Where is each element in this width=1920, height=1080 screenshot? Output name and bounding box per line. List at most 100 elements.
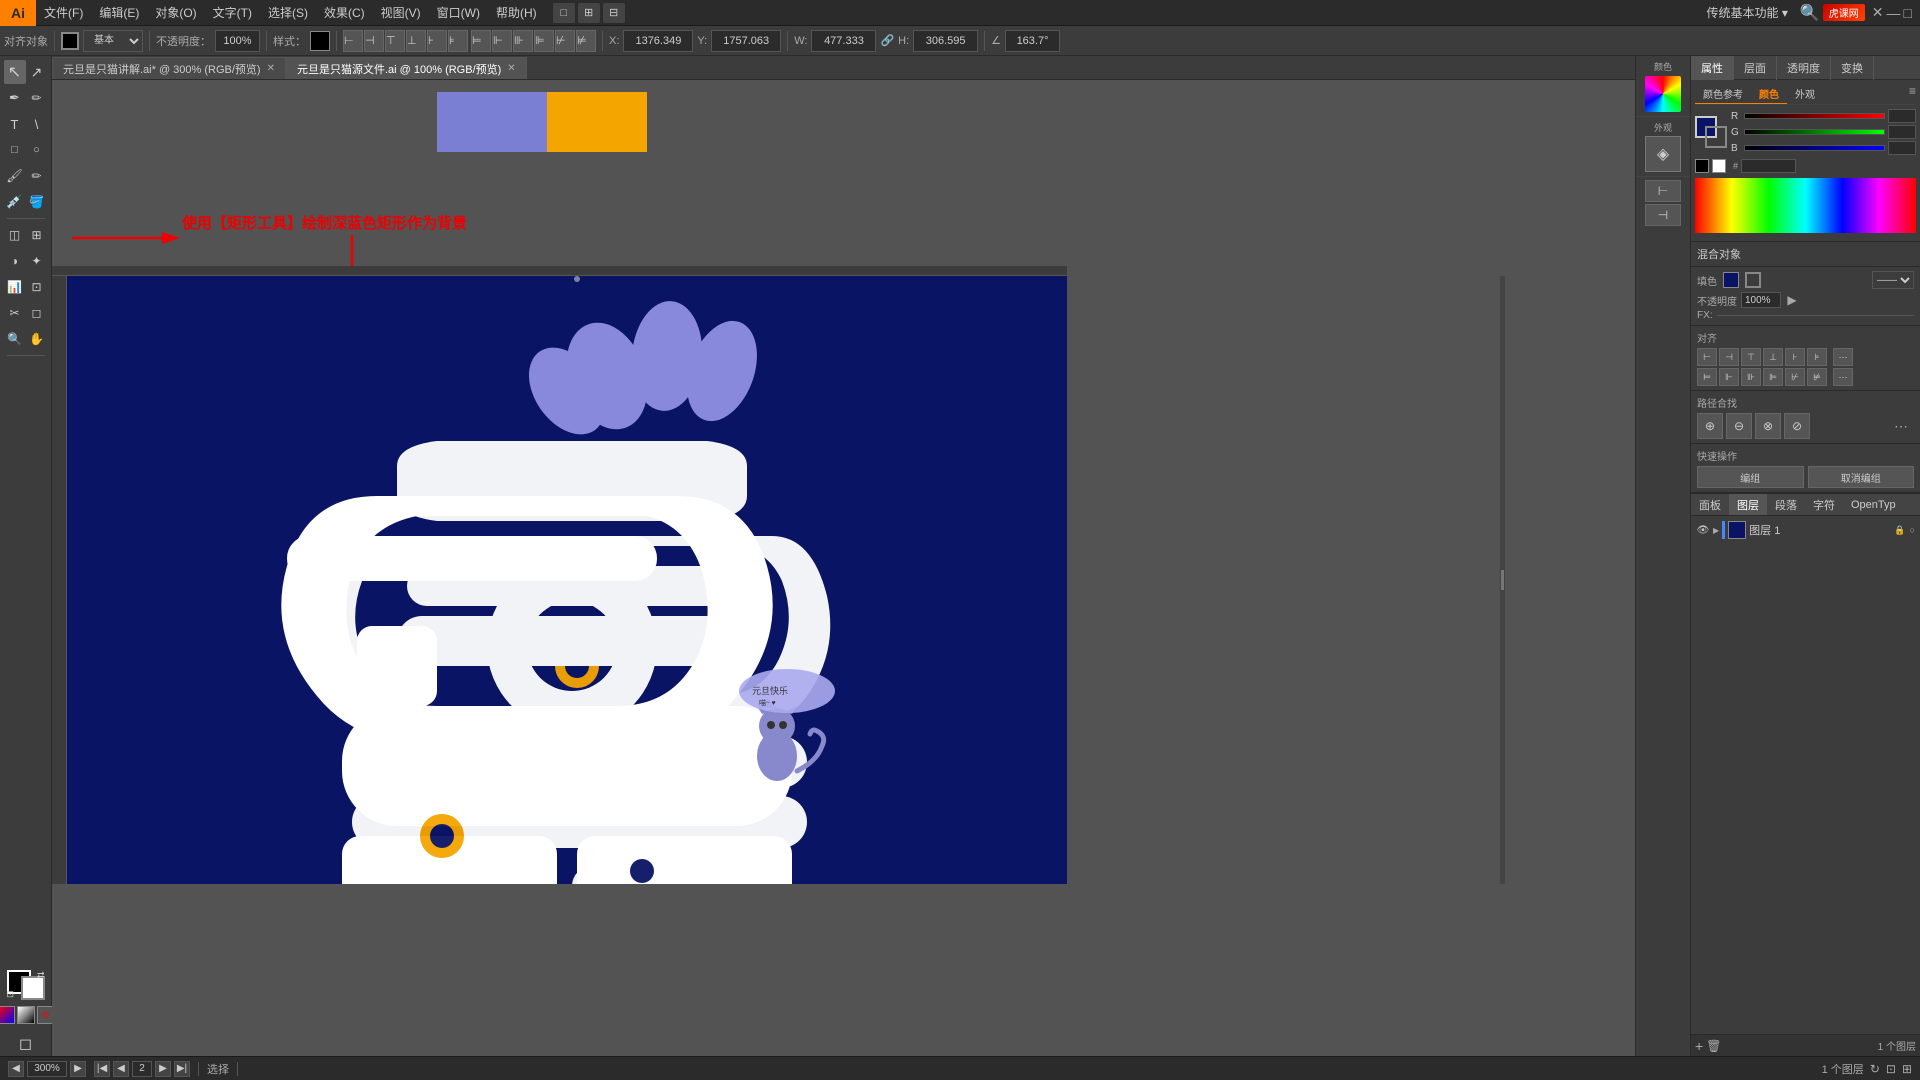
hex-input[interactable] xyxy=(1741,159,1796,173)
tab-paragraph[interactable]: 段落 xyxy=(1767,494,1805,516)
distribute-v3[interactable]: ⊭ xyxy=(576,30,596,52)
close-tab-2[interactable]: ✕ xyxy=(507,63,515,74)
style-swatch[interactable] xyxy=(310,31,330,51)
menu-effect[interactable]: 效果(C) xyxy=(316,0,373,25)
dist-center-h-btn[interactable]: ⊩ xyxy=(1719,368,1739,386)
next-artboard-btn[interactable]: ▶| xyxy=(174,1061,190,1077)
align-right-btn[interactable]: ⊤ xyxy=(1741,348,1761,366)
arrange-windows-icon[interactable]: ⊞ xyxy=(1902,1062,1912,1076)
menu-select[interactable]: 选择(S) xyxy=(260,0,316,25)
hand-tool[interactable]: ✋ xyxy=(26,327,48,351)
menu-window[interactable]: 窗口(W) xyxy=(429,0,488,25)
prev-artboard-btn[interactable]: |◀ xyxy=(94,1061,110,1077)
selection-tool[interactable]: ↖ xyxy=(4,60,26,84)
stroke-selector[interactable] xyxy=(61,32,79,50)
tab-opentype[interactable]: OpenTyp xyxy=(1843,494,1904,516)
line-tool[interactable]: \ xyxy=(26,112,48,136)
column-graph-tool[interactable]: 📊 xyxy=(4,275,26,299)
menu-help[interactable]: 帮助(H) xyxy=(488,0,545,25)
tab-layers-btn[interactable]: 层面 xyxy=(1734,56,1777,80)
r-channel-input[interactable] xyxy=(1888,109,1916,123)
menu-view[interactable]: 视图(V) xyxy=(373,0,429,25)
mesh-tool[interactable]: ⊞ xyxy=(26,223,48,247)
menu-file[interactable]: 文件(F) xyxy=(36,0,91,25)
doc-tab-2[interactable]: 元旦是只猫源文件.ai @ 100% (RGB/预览) ✕ xyxy=(286,57,527,79)
eraser-tool[interactable]: ◻ xyxy=(26,301,48,325)
appearance-sub-tab[interactable]: 外观 xyxy=(1787,84,1823,104)
align-bottom-btn[interactable]: ⊧ xyxy=(1807,348,1827,366)
tab-transform[interactable]: 变换 xyxy=(1831,56,1874,80)
appearance-icon[interactable]: ◈ xyxy=(1645,136,1681,172)
layer-1-eye[interactable]: 👁 xyxy=(1696,523,1710,537)
default-colors-icon[interactable]: ⊡ xyxy=(7,989,15,1000)
menu-text[interactable]: 文字(T) xyxy=(205,0,260,25)
menu-object[interactable]: 对象(O) xyxy=(147,0,204,25)
menu-edit[interactable]: 编辑(E) xyxy=(91,0,147,25)
artboard-resize-handle[interactable] xyxy=(1500,276,1505,884)
ellipse-tool[interactable]: ○ xyxy=(26,138,48,162)
exclude-btn[interactable]: ⊘ xyxy=(1784,413,1810,439)
x-input[interactable] xyxy=(623,30,693,52)
edit-group-btn[interactable]: 编组 xyxy=(1697,466,1804,488)
new-doc-icon[interactable]: □ xyxy=(553,3,575,23)
artboard-num-input[interactable] xyxy=(132,1061,152,1077)
align-v-top[interactable]: ⊥ xyxy=(406,30,426,52)
merge-more-icon[interactable]: ⋯ xyxy=(1888,413,1914,439)
distribute-v2[interactable]: ⊫ xyxy=(534,30,554,52)
layer-1-expand[interactable]: ▶ xyxy=(1713,526,1719,535)
close-icon[interactable]: ✕ xyxy=(1872,4,1884,21)
distribute-h2[interactable]: ⊪ xyxy=(513,30,533,52)
add-layer-icon[interactable]: + xyxy=(1695,1038,1703,1054)
arrange-icon[interactable]: ⊞ xyxy=(578,3,600,23)
eyedropper-tool[interactable]: 💉 xyxy=(4,190,26,214)
white-swatch-small[interactable] xyxy=(1712,159,1726,173)
align-v-center[interactable]: ⊦ xyxy=(427,30,447,52)
fill-color-swatch[interactable] xyxy=(1723,272,1739,288)
change-screen-mode[interactable]: ◻ xyxy=(4,1032,48,1056)
dist-h-btn[interactable]: ⊨ xyxy=(1697,368,1717,386)
close-tab-1[interactable]: ✕ xyxy=(267,63,275,74)
tab-properties[interactable]: 属性 xyxy=(1691,56,1734,80)
opacity-expand-icon[interactable]: ▶ xyxy=(1785,293,1799,307)
dist-bottom-btn[interactable]: ⊭ xyxy=(1807,368,1827,386)
stroke-color-swatch[interactable] xyxy=(1745,272,1761,288)
rect-tool[interactable]: □ xyxy=(4,138,26,162)
minimize-icon[interactable]: — xyxy=(1887,5,1901,21)
brush-tool[interactable]: 🖌 xyxy=(4,164,26,188)
align-left-btn[interactable]: ⊢ xyxy=(1697,348,1717,366)
align-h-left[interactable]: ⊢ xyxy=(343,30,363,52)
y-input[interactable] xyxy=(711,30,781,52)
pencil-tool[interactable]: ✏ xyxy=(26,164,48,188)
tab-transparency[interactable]: 透明度 xyxy=(1777,56,1831,80)
doc-tab-1[interactable]: 元旦是只猫讲解.ai* @ 300% (RGB/预览) ✕ xyxy=(52,57,286,79)
type-tool[interactable]: T xyxy=(4,112,26,136)
stroke-type-dropdown[interactable]: —— xyxy=(1872,271,1914,289)
zoom-in-btn[interactable]: ▶ xyxy=(70,1061,86,1077)
align-center-v-btn[interactable]: ⊦ xyxy=(1785,348,1805,366)
black-swatch-small[interactable] xyxy=(1695,159,1709,173)
main-artboard[interactable]: 元旦快乐 喵~ ♥ xyxy=(67,276,1067,884)
distribute-v[interactable]: ⊩ xyxy=(492,30,512,52)
opacity-input[interactable] xyxy=(215,30,260,52)
distribute-h[interactable]: ⊨ xyxy=(471,30,491,52)
fit-to-screen-icon[interactable]: ⊡ xyxy=(1886,1062,1896,1076)
align-h-center[interactable]: ⊣ xyxy=(364,30,384,52)
g-channel-input[interactable] xyxy=(1888,125,1916,139)
gradient-mode-btn[interactable] xyxy=(17,1006,35,1024)
minus-front-btn[interactable]: ⊖ xyxy=(1726,413,1752,439)
align-h-right[interactable]: ⊤ xyxy=(385,30,405,52)
unite-btn[interactable]: ⊕ xyxy=(1697,413,1723,439)
paint-bucket-tool[interactable]: 🪣 xyxy=(26,190,48,214)
dist-right-btn[interactable]: ⊪ xyxy=(1741,368,1761,386)
tab-character[interactable]: 字符 xyxy=(1805,494,1843,516)
slice-tool[interactable]: ✂ xyxy=(4,301,26,325)
layer-1-item[interactable]: 👁 ▶ 图层 1 🔒 ○ xyxy=(1694,519,1917,541)
delete-layer-icon[interactable]: 🗑 xyxy=(1706,1039,1721,1053)
swap-colors-icon[interactable]: ⇄ xyxy=(37,970,45,981)
opacity-prop-input[interactable] xyxy=(1741,292,1781,308)
align-v-bottom[interactable]: ⊧ xyxy=(448,30,468,52)
fill-stroke-swatch[interactable] xyxy=(1695,116,1727,148)
align-center-h-btn[interactable]: ⊣ xyxy=(1719,348,1739,366)
search-icon[interactable]: 🔍 xyxy=(1800,3,1820,23)
next-page-btn[interactable]: ▶ xyxy=(155,1061,171,1077)
